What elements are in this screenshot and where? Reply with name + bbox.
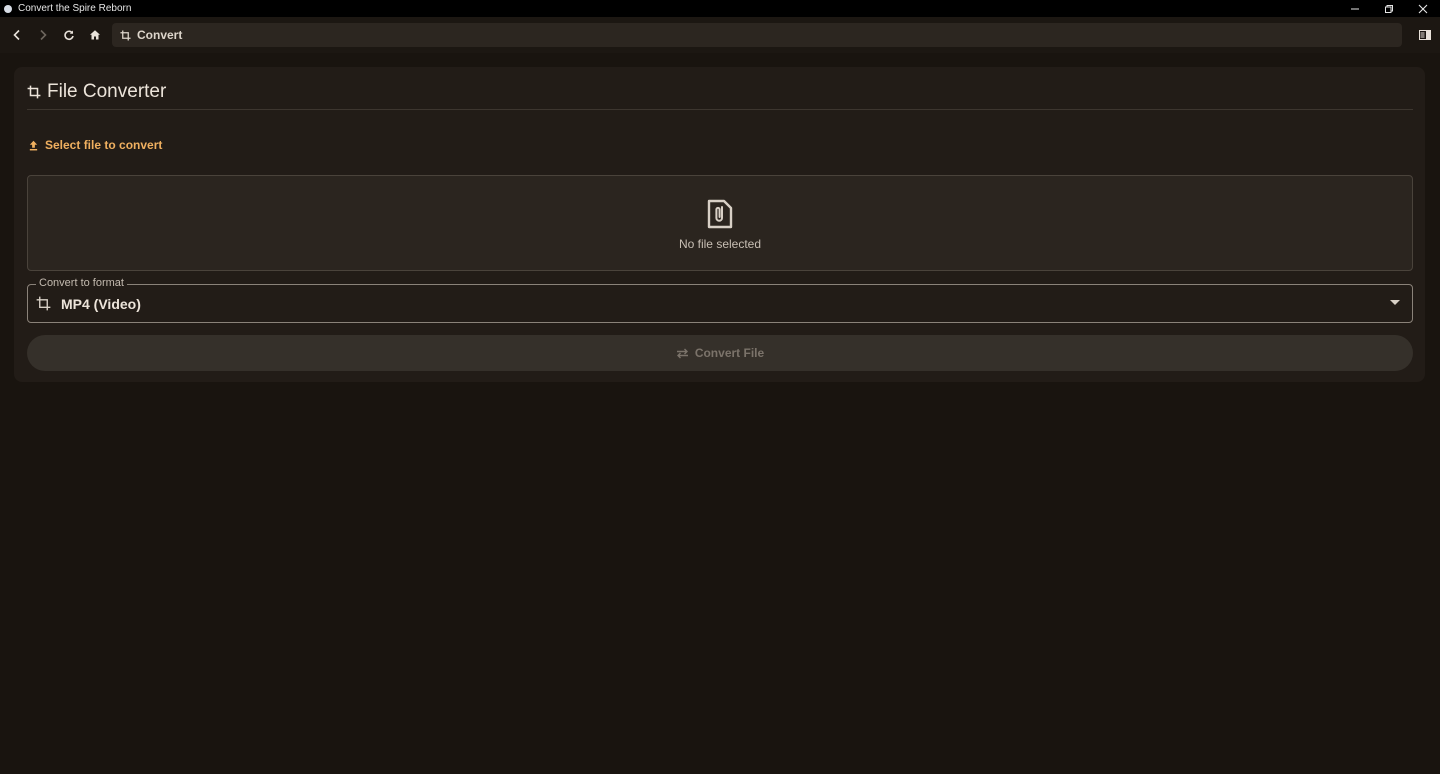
format-select[interactable]: Convert to format MP4 (Video) <box>27 277 1413 323</box>
restore-button[interactable] <box>1372 0 1406 17</box>
navigation-bar: Convert <box>0 17 1440 53</box>
convert-file-button[interactable]: Convert File <box>27 335 1413 371</box>
upload-icon <box>28 140 39 151</box>
converter-card: File Converter Select file to convert No… <box>14 67 1425 382</box>
app-icon <box>4 4 12 13</box>
select-file-text: Select file to convert <box>45 138 163 152</box>
paperclip-file-icon <box>707 199 733 229</box>
close-button[interactable] <box>1406 0 1440 17</box>
home-icon <box>90 30 100 40</box>
window-controls <box>1338 0 1440 17</box>
close-icon <box>1418 4 1428 13</box>
page-title: File Converter <box>47 81 167 102</box>
address-text: Convert <box>137 28 183 42</box>
home-button[interactable] <box>82 22 108 48</box>
restore-icon <box>1385 4 1393 13</box>
back-button[interactable] <box>4 22 30 48</box>
swap-arrows-icon <box>676 348 689 359</box>
select-file-label: Select file to convert <box>28 138 162 152</box>
forward-button[interactable] <box>30 22 56 48</box>
format-selected-value: MP4 (Video) <box>61 295 141 312</box>
format-legend: Convert to format <box>36 277 127 289</box>
window-titlebar: Convert the Spire Reborn <box>0 0 1440 17</box>
crop-icon <box>36 296 51 311</box>
reload-button[interactable] <box>56 22 82 48</box>
forward-arrow-icon <box>40 29 47 41</box>
chevron-down-icon <box>1390 300 1400 305</box>
minimize-button[interactable] <box>1338 0 1372 17</box>
window-title: Convert the Spire Reborn <box>18 3 132 14</box>
back-arrow-icon <box>13 29 20 41</box>
file-dropzone[interactable]: No file selected <box>27 175 1413 271</box>
sidebar-toggle-icon <box>1419 30 1431 40</box>
no-file-selected-text: No file selected <box>678 237 762 251</box>
address-bar[interactable]: Convert <box>112 23 1402 47</box>
crop-icon <box>120 29 131 41</box>
crop-icon <box>27 85 41 99</box>
minimize-icon <box>1351 8 1359 9</box>
reload-icon <box>64 30 74 40</box>
convert-file-label: Convert File <box>694 346 765 360</box>
card-header: File Converter <box>27 79 1413 110</box>
sidebar-toggle-button[interactable] <box>1418 28 1432 42</box>
